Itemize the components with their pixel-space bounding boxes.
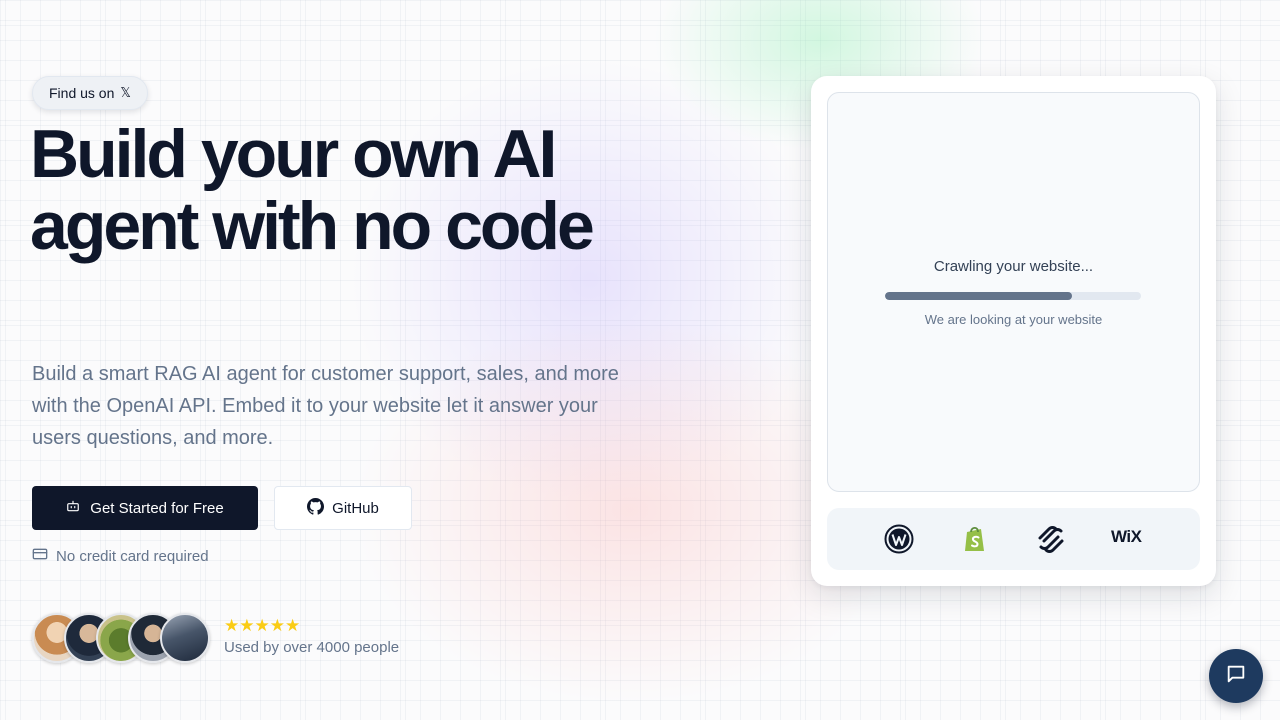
crawl-progress-fill — [885, 292, 1072, 300]
x-logo-icon: 𝕏 — [120, 85, 131, 101]
badge-label: Find us on — [49, 85, 115, 101]
github-button[interactable]: GitHub — [274, 486, 412, 530]
crawl-subtitle: We are looking at your website — [924, 312, 1103, 327]
rating-block: ★★★★★ Used by over 4000 people — [224, 617, 399, 656]
wix-logo: WiX — [1111, 527, 1142, 546]
find-us-on-x-badge[interactable]: Find us on 𝕏 — [32, 76, 148, 110]
hero-section: Find us on 𝕏 Build your own AI agent wit… — [0, 0, 1280, 720]
crawl-progress-bar — [885, 292, 1141, 300]
github-label: GitHub — [332, 499, 379, 517]
shopify-icon — [960, 524, 990, 554]
crawl-title: Crawling your website... — [933, 258, 1094, 275]
platform-logos: WiX — [827, 508, 1200, 570]
star-rating-icon: ★★★★★ — [224, 616, 301, 636]
hero-headline: Build your own AI agent with no code — [30, 116, 595, 264]
github-icon — [307, 497, 325, 519]
avatar — [160, 613, 210, 663]
get-started-button[interactable]: Get Started for Free — [32, 486, 258, 530]
credit-card-icon — [32, 546, 48, 566]
bot-icon — [66, 499, 80, 517]
no-credit-card-text: No credit card required — [56, 547, 209, 565]
get-started-label: Get Started for Free — [90, 499, 224, 517]
chat-button[interactable] — [1209, 649, 1263, 703]
hero-subheadline: Build a smart RAG AI agent for customer … — [32, 363, 619, 449]
used-by-text: Used by over 4000 people — [224, 639, 400, 656]
crawler-card: Crawling your website... We are looking … — [811, 76, 1216, 586]
no-credit-card-note: No credit card required — [32, 546, 209, 566]
squarespace-icon — [1035, 524, 1065, 554]
chat-bubble-icon — [1225, 663, 1247, 690]
crawl-status-panel: Crawling your website... We are looking … — [827, 92, 1200, 492]
wordpress-icon — [884, 524, 914, 554]
